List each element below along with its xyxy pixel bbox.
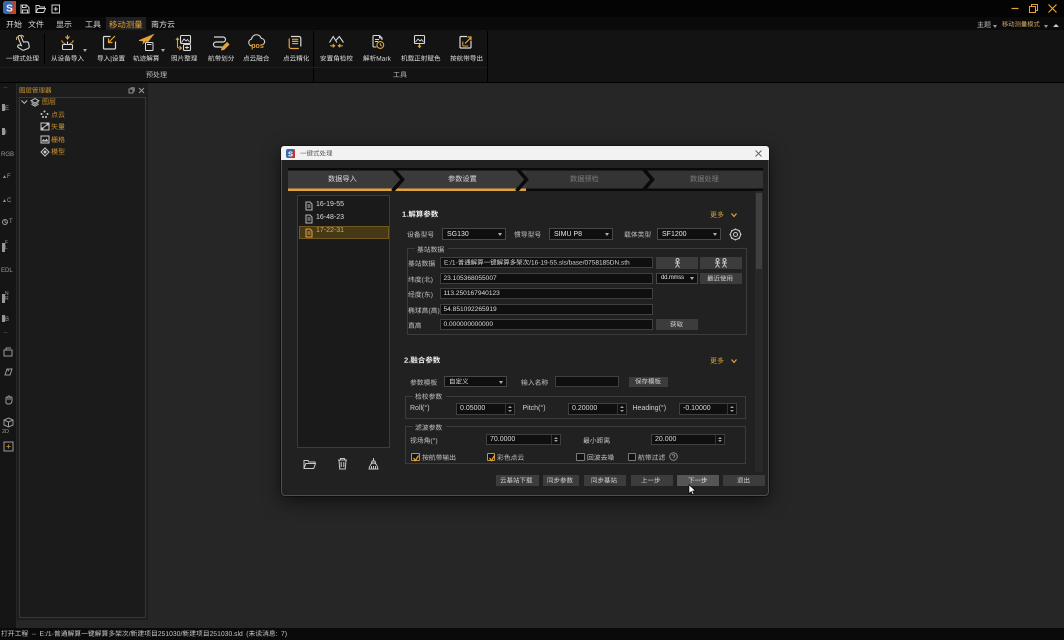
svg-text:pos: pos xyxy=(251,43,264,50)
svg-text:S: S xyxy=(6,4,13,15)
svg-text:S: S xyxy=(288,149,293,158)
